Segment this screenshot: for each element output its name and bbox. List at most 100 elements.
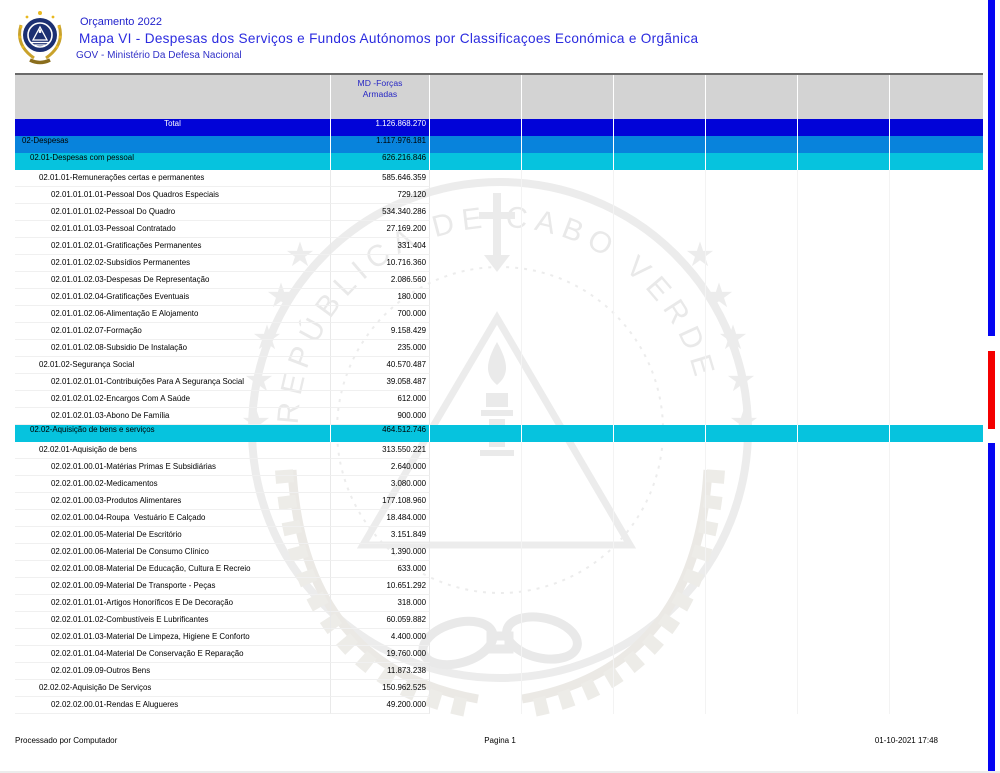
row-label: 02.01.01.02.08-Subsidio De Instalação [15,340,331,357]
row-value: 10.651.292 [331,578,430,595]
row-empty-cell [430,238,522,255]
row-empty-cell [430,374,522,391]
row-empty-cell [890,255,983,272]
table-row: 02.02.01.01.02-Combustíveis E Lubrifican… [15,612,983,629]
row-empty-cell [890,357,983,374]
row-value: 318.000 [331,595,430,612]
row-empty-cell [798,323,890,340]
row-label: 02.01.01.02.07-Formação [15,323,331,340]
row-empty-cell [798,680,890,697]
row-empty-cell [798,493,890,510]
row-value: 585.646.359 [331,170,430,187]
table-row: 02.02.01.00.02-Medicamentos 3.080.000 [15,476,983,493]
row-empty-cell [430,595,522,612]
row-empty-cell [522,476,614,493]
budget-year-title: Orçamento 2022 [80,16,162,28]
table-row: 02.02.01.01.03-Material De Limpeza, Higi… [15,629,983,646]
row-empty-cell [522,187,614,204]
row-empty-cell [706,646,798,663]
row-value: 180.000 [331,289,430,306]
row-empty-cell [522,374,614,391]
table-row: 02.02.01.00.09-Material De Transporte - … [15,578,983,595]
row-empty-cell [890,272,983,289]
row-empty-cell [522,697,614,714]
row-empty-cell [706,204,798,221]
row-empty-cell [430,391,522,408]
row-empty-cell [522,561,614,578]
row-empty-cell [706,238,798,255]
table-row: 02.01.01.01.01-Pessoal Dos Quadros Espec… [15,187,983,204]
row-empty-cell [614,680,706,697]
row-empty-cell [890,612,983,629]
row-value: 11.873.238 [331,663,430,680]
row-empty-cell [890,391,983,408]
row-empty-cell [798,697,890,714]
footer-page-number: Pagina 1 [484,736,516,745]
row-empty-cell [614,306,706,323]
row-empty-cell [798,561,890,578]
row-empty-cell [798,595,890,612]
row-empty-cell [890,595,983,612]
row-empty-cell [798,289,890,306]
row-empty-cell [614,697,706,714]
row-value: 18.484.000 [331,510,430,527]
row-empty-cell [890,459,983,476]
row-empty-cell [706,629,798,646]
row-label: 02.01.01.02.02-Subsídios Permanentes [15,255,331,272]
row-value: 49.200.000 [331,697,430,714]
row-empty-cell [798,136,890,153]
row-empty-cell [522,578,614,595]
row-empty-cell [430,493,522,510]
edge-marker-bar-blue-top [988,0,995,336]
row-label: 02.01.02.01.03-Abono De Família [15,408,331,425]
row-value: 9.158.429 [331,323,430,340]
row-empty-cell [798,646,890,663]
row-empty-cell [798,578,890,595]
row-value: 1.390.000 [331,544,430,561]
row-empty-cell [706,527,798,544]
row-value: 60.059.882 [331,612,430,629]
row-label: 02.01.01.01.03-Pessoal Contratado [15,221,331,238]
row-empty-cell [890,323,983,340]
row-empty-cell [614,629,706,646]
row-empty-cell [522,340,614,357]
row-empty-cell [522,221,614,238]
row-value: 729.120 [331,187,430,204]
row-empty-cell [798,357,890,374]
row-empty-cell [614,323,706,340]
row-empty-cell [706,289,798,306]
row-empty-cell [706,272,798,289]
row-empty-cell [430,578,522,595]
row-empty-cell [430,340,522,357]
row-empty-cell [614,391,706,408]
row-empty-cell [614,357,706,374]
row-empty-cell [706,476,798,493]
row-label: 02.02.01.01.01-Artigos Honoríficos E De … [15,595,331,612]
row-empty-cell [430,680,522,697]
row-label: 02.02.01.00.09-Material De Transporte - … [15,578,331,595]
row-empty-cell [798,221,890,238]
row-empty-cell [890,544,983,561]
table-row: 02.02.01.09.09-Outros Bens 11.873.238 [15,663,983,680]
row-value: 534.340.286 [331,204,430,221]
footer-datetime: 01-10-2021 17:48 [874,736,938,745]
row-empty-cell [890,306,983,323]
row-empty-cell [430,663,522,680]
row-empty-cell [522,646,614,663]
row-value: 626.216.846 [331,153,430,170]
row-empty-cell [706,459,798,476]
row-empty-cell [706,340,798,357]
row-empty-cell [706,357,798,374]
row-empty-cell [430,646,522,663]
row-empty-cell [798,663,890,680]
column-header-empty [706,75,798,119]
row-empty-cell [430,153,522,170]
row-empty-cell [522,425,614,442]
row-empty-cell [798,442,890,459]
row-empty-cell [430,306,522,323]
row-empty-cell [522,238,614,255]
row-empty-cell [430,476,522,493]
row-label: 02.02.01.00.08-Material De Educação, Cul… [15,561,331,578]
row-empty-cell [522,408,614,425]
table-body: Total 1.126.868.270 02-Despesas 1.117.97… [15,119,983,714]
